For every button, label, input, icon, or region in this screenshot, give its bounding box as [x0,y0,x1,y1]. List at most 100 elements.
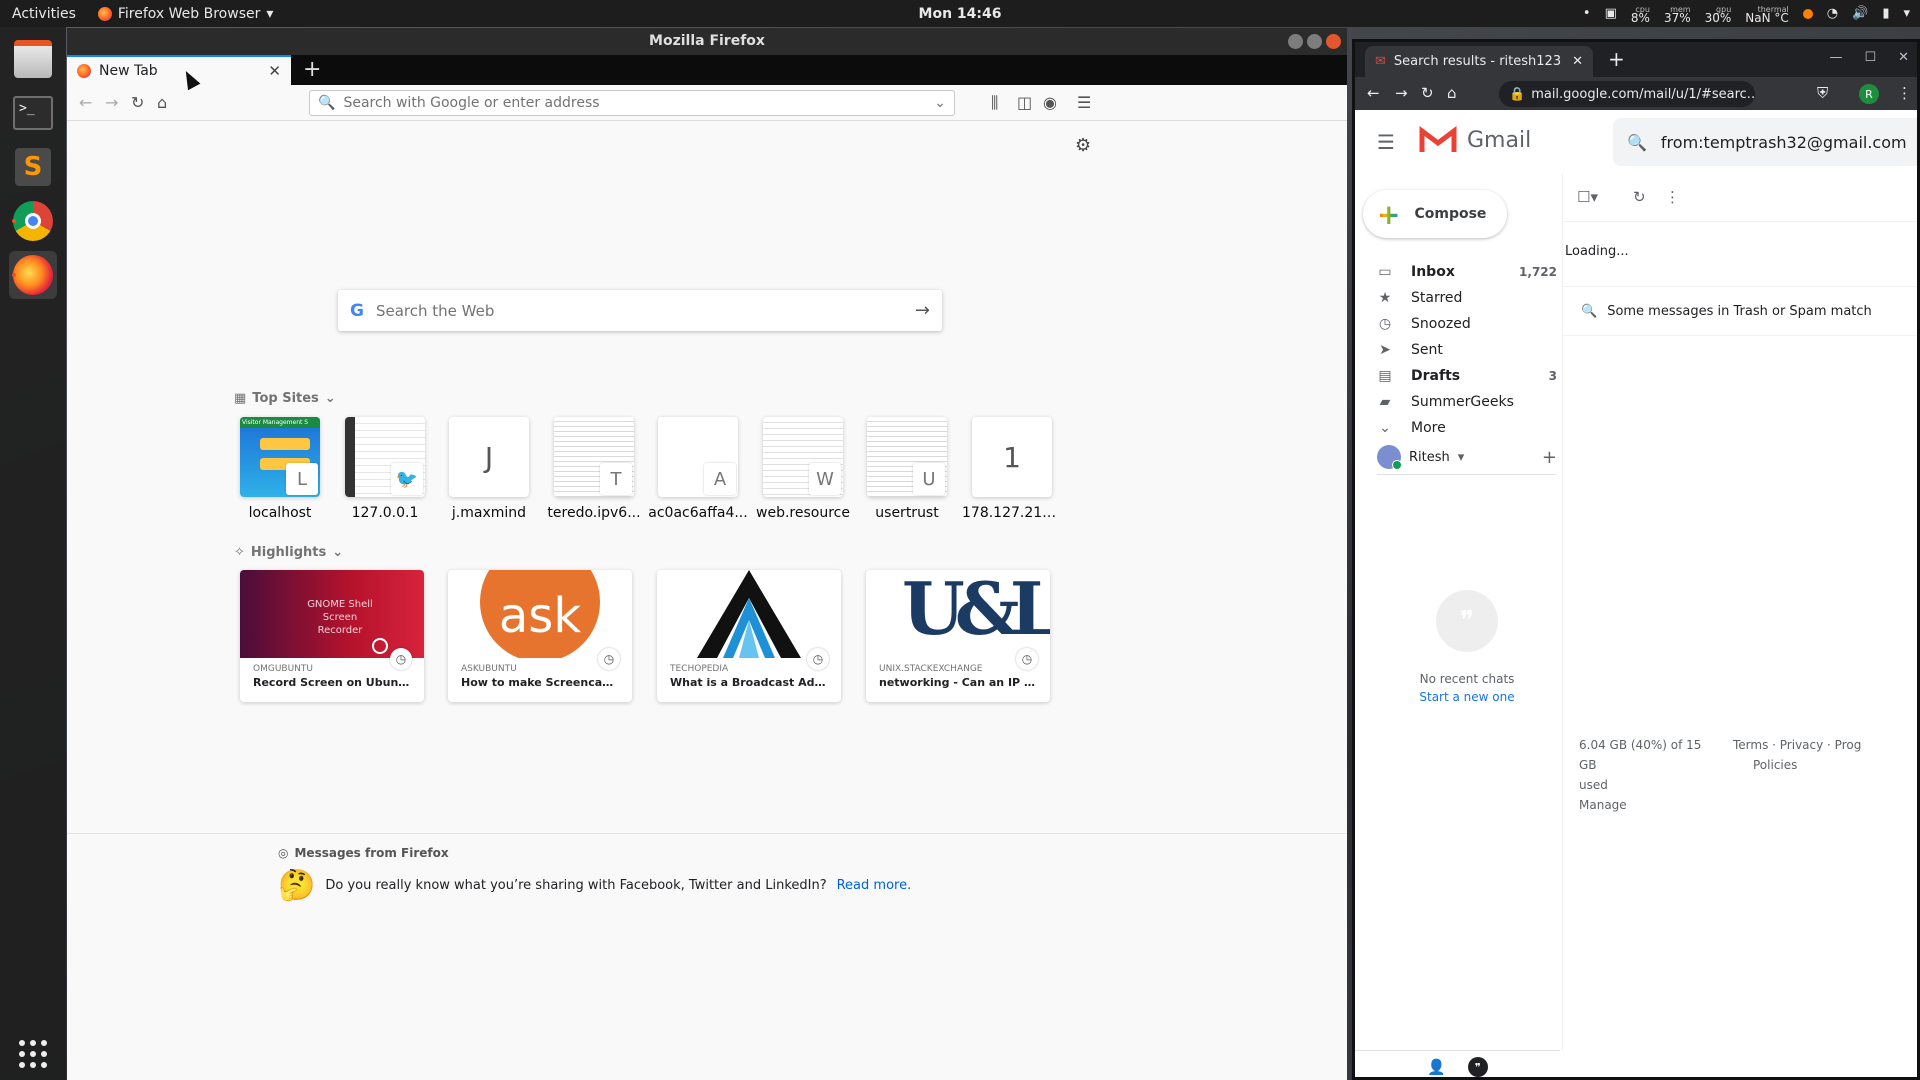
policies-link[interactable]: Policies [1753,755,1917,775]
compose-button[interactable]: + Compose [1363,190,1507,238]
trash-spam-notice[interactable]: 🔍 Some messages in Trash or Spam match [1563,286,1917,336]
menu-icon[interactable]: ☰ [1377,130,1395,154]
highlight-card[interactable]: U&L ◷ UNIX.STACKEXCHANGE networking - Ca… [866,570,1050,702]
back-icon[interactable]: ← [1367,84,1380,102]
site-tile: 1 [972,417,1052,497]
minimize-button[interactable] [1288,34,1303,49]
cpu-meter[interactable]: cpu 8% [1631,5,1650,24]
grid-icon[interactable] [9,1030,57,1078]
firefox-titlebar[interactable]: Mozilla Firefox [67,28,1347,55]
plus-icon[interactable]: + [1542,447,1557,468]
chevron-down-icon: ⌄ [324,391,336,406]
chevron-down-icon[interactable]: ⌄ [934,95,946,111]
firefox-app-icon[interactable] [9,251,57,299]
chrome-app-icon[interactable] [9,197,57,245]
firefox-icon [77,64,91,78]
terms-privacy-links[interactable]: Terms · Privacy · Prog [1733,735,1917,755]
read-more-link[interactable]: Read more. [837,878,912,893]
close-tab-icon[interactable]: ✕ [268,62,281,80]
extension-shield-icon[interactable]: ⛨ [1817,84,1828,102]
library-icon[interactable]: ⫼ [991,93,998,113]
wifi-icon[interactable]: ◔ [1827,6,1838,21]
maximize-button[interactable]: ☐ [1864,50,1876,65]
top-site-178[interactable]: 1 178.127.215... [962,417,1062,521]
battery-icon[interactable]: ▮ [1882,6,1889,21]
forward-icon[interactable]: → [105,93,118,112]
forward-icon[interactable]: → [1395,84,1408,102]
hangouts-icon[interactable]: ❞ [1467,1057,1488,1077]
maximize-button[interactable] [1307,34,1322,49]
highlight-card[interactable]: GNOME Shell Screen Recorder ◷ OMGUBUNTU … [240,570,424,702]
refresh-icon[interactable]: ↻ [1633,188,1646,206]
manage-link[interactable]: Manage [1579,795,1709,815]
arrow-right-icon[interactable]: → [915,300,930,321]
site-tile: W [763,417,843,497]
reload-icon[interactable]: ↻ [1421,84,1434,102]
thermal-meter[interactable]: thermal NaN °C [1745,5,1789,24]
tab-new-tab[interactable]: New Tab ✕ [67,55,291,85]
messages-header: ◎ Messages from Firefox [278,846,449,860]
top-site-127[interactable]: 🐦 127.0.0.1 [345,417,425,521]
site-label: teredo.ipv6... [547,505,641,521]
firefox-outline-icon: ◎ [278,846,289,860]
top-site-ac0ac6[interactable]: A ac0ac6affa4... [648,417,748,521]
terminal-app-icon[interactable]: >_ [9,89,57,137]
url-bar[interactable]: 🔍 Search with Google or enter address ⌄ [309,90,955,116]
top-site-localhost[interactable]: Visitor Management S L localhost [240,417,320,521]
app-menu[interactable]: Firefox Web Browser ▾ [97,6,273,22]
mail-search-box[interactable]: 🔍 from:temptrash32@gmail.com ✕ [1613,118,1917,166]
account-icon[interactable]: ◉ [1043,93,1057,112]
close-tab-icon[interactable]: ✕ [1572,54,1583,69]
new-tab-button[interactable]: + [1608,47,1625,71]
highlight-card[interactable]: ◷ TECHOPEDIA What is a Broadcast Address… [657,570,841,702]
web-search-box[interactable]: G Search the Web → [338,290,942,331]
highlight-title: Record Screen on Ubuntu Using ... [253,676,424,689]
person-icon[interactable]: 👤 [1427,1058,1446,1076]
sublime-text-app-icon[interactable]: S [9,143,57,191]
profile-avatar[interactable]: R [1859,84,1879,104]
caret-down-icon[interactable]: ▾ [1903,6,1910,21]
sidebar-item-more[interactable]: ⌄ More [1377,412,1557,444]
select-checkbox[interactable]: ☐▾ [1577,188,1598,206]
back-icon[interactable]: ← [79,93,92,112]
top-sites-header[interactable]: ▦ Top Sites ⌄ [234,391,336,406]
more-vert-icon[interactable]: ⋮ [1665,188,1680,206]
gpu-meter[interactable]: gpu 30% [1705,5,1732,24]
highlight-card[interactable]: ask ◷ ASKUBUNTU How to make Screencast o… [448,570,632,702]
menu-icon[interactable]: ☰ [1077,93,1091,112]
highlights-header[interactable]: ✧ Highlights ⌄ [234,545,343,560]
activities-button[interactable]: Activities [12,6,76,22]
volume-icon[interactable]: 🔊 [1852,6,1868,21]
more-vert-icon[interactable]: ⋮ [1897,84,1912,102]
mem-meter[interactable]: mem 37% [1664,5,1691,24]
tab-gmail-search[interactable]: ✉ Search results - ritesh123 ✕ [1365,46,1593,77]
system-monitor-icon[interactable]: ▣ [1605,6,1617,21]
top-site-teredo[interactable]: T teredo.ipv6... [547,417,641,521]
top-site-maxmind[interactable]: J j.maxmind [449,417,529,521]
close-button[interactable]: ✕ [1898,50,1909,65]
files-app-icon[interactable] [9,35,57,83]
minimize-button[interactable]: — [1829,50,1842,65]
start-new-chat-link[interactable]: Start a new one [1407,690,1527,704]
sidebar-icon[interactable]: ◫ [1017,93,1032,112]
hangouts-user[interactable]: Ritesh ▾ + [1377,442,1557,472]
gmail-logo-text: Gmail [1467,127,1532,153]
avatar [1377,445,1402,470]
lock-icon: 🔒 [1509,86,1526,102]
top-site-usertrust[interactable]: U usertrust [867,417,947,521]
notification-dot-icon[interactable] [1802,8,1813,19]
search-icon[interactable]: 🔍 [1627,133,1647,152]
home-icon[interactable]: ⌂ [157,93,167,112]
techopedia-logo-icon [697,570,801,658]
close-button[interactable] [1326,34,1341,49]
home-icon[interactable]: ⌂ [1447,84,1457,102]
new-tab-button[interactable]: + [303,57,321,82]
omnibox[interactable]: 🔒 mail.google.com/mail/u/1/#searc... ☆ [1499,81,1755,107]
reload-icon[interactable]: ↻ [131,93,144,112]
clock[interactable]: Mon 14:46 [919,6,1002,22]
caret-down-icon: ▾ [1457,449,1465,465]
top-site-web-resource[interactable]: W web.resource [756,417,850,521]
site-badge: W [809,463,841,495]
gear-icon[interactable]: ⚙ [1075,135,1091,156]
gmail-logo[interactable]: Gmail [1419,126,1531,154]
